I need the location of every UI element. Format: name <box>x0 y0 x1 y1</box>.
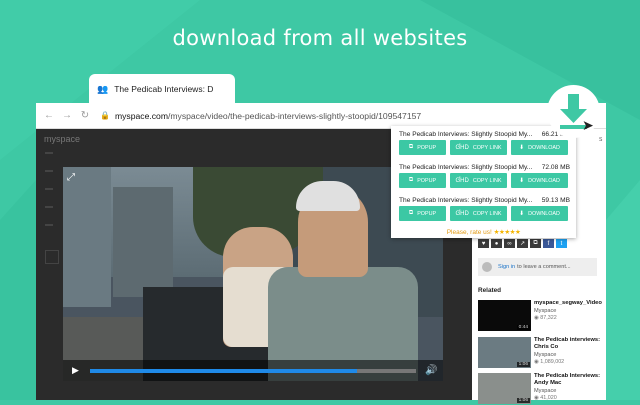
back-arrow-icon[interactable]: ← <box>44 110 54 121</box>
avatar <box>482 262 492 272</box>
comment-placeholder: to leave a comment... <box>517 264 571 270</box>
related-author[interactable]: Myspace <box>534 308 556 314</box>
related-title[interactable]: The Pedicab Interviews: Andy Mac <box>534 373 604 387</box>
related-views: ◉ 41,020 <box>534 395 557 401</box>
link-icon[interactable]: ∞ <box>504 239 515 248</box>
url-field[interactable]: myspace.com/myspace/video/the-pedicab-in… <box>115 111 421 121</box>
record-icon[interactable]: ● <box>491 239 502 248</box>
download-button-label: DOWNLOAD <box>528 144 560 151</box>
sidebar-square-icon[interactable] <box>45 250 59 264</box>
related-views: ◉ 87,322 <box>534 315 557 321</box>
external-link-icon: ⧉ <box>408 210 414 216</box>
related-thumbnail[interactable]: 0:44 <box>478 300 531 331</box>
download-button-label: DOWNLOAD <box>528 210 560 217</box>
download-icon: ⬇ <box>519 178 525 184</box>
related-thumbnail[interactable]: 1:06 <box>478 337 531 368</box>
rate-text: Please, rate us! <box>446 229 492 236</box>
video-progress-bar[interactable] <box>90 368 416 373</box>
popup-button-label: POPUP <box>417 177 437 184</box>
popup-button-label: POPUP <box>417 144 437 151</box>
related-heading: Related <box>478 287 502 294</box>
related-duration: 0:44 <box>516 325 530 330</box>
fullscreen-icon[interactable]: ⤢ <box>67 172 75 183</box>
mouse-cursor-icon: ➤ <box>582 117 594 133</box>
download-button[interactable]: ⬇ DOWNLOAD <box>511 173 568 188</box>
popup-button[interactable]: ⧉ POPUP <box>399 173 446 188</box>
download-item-title: The Pedicab Interviews: Slightly Stoopid… <box>399 197 533 204</box>
related-duration: 1:06 <box>516 362 530 367</box>
people-icon: 👥 <box>97 83 109 94</box>
volume-icon[interactable]: 🔊 <box>425 365 437 376</box>
video-frame-building <box>113 187 173 297</box>
sidebar-nav-item[interactable] <box>45 188 53 190</box>
related-author[interactable]: Myspace <box>534 388 556 394</box>
related-item[interactable]: 1:06 The Pedicab interviews: Chris Co Mysp… <box>478 337 603 369</box>
headline: download from all websites <box>172 26 468 50</box>
heart-icon[interactable]: ♥ <box>478 239 489 248</box>
rating-stars[interactable]: ★★★★★ <box>494 229 521 236</box>
quality-badge: ƓHD <box>455 177 469 184</box>
related-views-count: 1,089,002 <box>540 359 565 365</box>
related-item[interactable]: 0:44 myspace_segway_Video Myspace ◉ 87,322 <box>478 300 603 332</box>
sign-in-link[interactable]: Sign in <box>498 264 515 270</box>
video-progress-fill <box>90 368 358 373</box>
download-button-label: DOWNLOAD <box>528 177 560 184</box>
related-views: ◉ 1,089,002 <box>534 359 565 365</box>
copy-link-button[interactable]: ƓHD COPY LINK <box>450 206 507 221</box>
quality-badge: ƓHD <box>455 144 469 151</box>
play-icon[interactable]: ▶ <box>72 365 82 376</box>
related-item[interactable]: 1:06 The Pedicab Interviews: Andy Mac Mysp… <box>478 373 603 405</box>
comment-box[interactable]: Sign in to leave a comment... <box>478 258 597 276</box>
url-path: /myspace/video/the-pedicab-interviews-sl… <box>167 110 422 121</box>
related-views-count: 87,322 <box>540 315 557 321</box>
copy-link-label: COPY LINK <box>472 144 502 151</box>
embed-icon[interactable]: ⧉ <box>530 239 541 248</box>
related-author[interactable]: Myspace <box>534 352 556 358</box>
sidebar-nav-item[interactable] <box>45 152 53 154</box>
related-views-count: 41,020 <box>540 395 557 401</box>
related-thumbnail[interactable]: 1:06 <box>478 373 531 404</box>
sidebar-nav-item[interactable] <box>45 206 53 208</box>
download-button[interactable]: ⬇ DOWNLOAD <box>511 206 568 221</box>
download-item-title: The Pedicab Interviews: Slightly Stoopid… <box>399 131 533 138</box>
reload-icon[interactable]: ↻ <box>80 110 90 121</box>
related-duration: 1:06 <box>516 398 530 403</box>
video-controls: ▶ 🔊 <box>63 360 443 381</box>
twitter-icon[interactable]: t <box>556 239 567 248</box>
video-frame-building <box>63 167 111 307</box>
rate-prompt[interactable]: Please, rate us! ★★★★★ <box>391 228 576 236</box>
related-title[interactable]: myspace_segway_Video <box>534 300 604 307</box>
download-item-size: 72.08 MB <box>541 164 570 171</box>
lock-icon: 🔒 <box>100 111 110 120</box>
external-link-icon: ⧉ <box>408 144 414 150</box>
share-icon[interactable]: ↗ <box>517 239 528 248</box>
sidebar-nav-item[interactable] <box>45 224 53 226</box>
copy-link-label: COPY LINK <box>472 210 502 217</box>
download-item-size: 59.13 MB <box>541 197 570 204</box>
facebook-icon[interactable]: f <box>543 239 554 248</box>
copy-link-button[interactable]: ƓHD COPY LINK <box>450 173 507 188</box>
external-link-icon: ⧉ <box>408 177 414 183</box>
popup-button[interactable]: ⧉ POPUP <box>399 140 446 155</box>
site-logo[interactable]: myspace <box>44 134 80 144</box>
sidebar-nav-item[interactable] <box>45 170 53 172</box>
download-button[interactable]: ⬇ DOWNLOAD <box>511 140 568 155</box>
related-title[interactable]: The Pedicab interviews: Chris Co <box>534 337 604 351</box>
forward-arrow-icon[interactable]: → <box>62 110 72 121</box>
download-icon: ⬇ <box>519 145 525 151</box>
popup-button[interactable]: ⧉ POPUP <box>399 206 446 221</box>
video-player[interactable] <box>63 167 443 381</box>
copy-link-button[interactable]: ƓHD COPY LINK <box>450 140 507 155</box>
tab-title: The Pedicab Interviews: D <box>114 84 214 94</box>
popup-button-label: POPUP <box>417 210 437 217</box>
quality-badge: ƓHD <box>455 210 469 217</box>
url-host: myspace.com <box>114 110 168 121</box>
share-icons: ♥ ● ∞ ↗ ⧉ f t <box>478 239 569 248</box>
browser-tab[interactable]: 👥 The Pedicab Interviews: D <box>89 74 235 104</box>
copy-link-label: COPY LINK <box>472 177 502 184</box>
download-icon: ⬇ <box>519 211 525 217</box>
download-item-title: The Pedicab Interviews: Slightly Stoopid… <box>399 164 533 171</box>
